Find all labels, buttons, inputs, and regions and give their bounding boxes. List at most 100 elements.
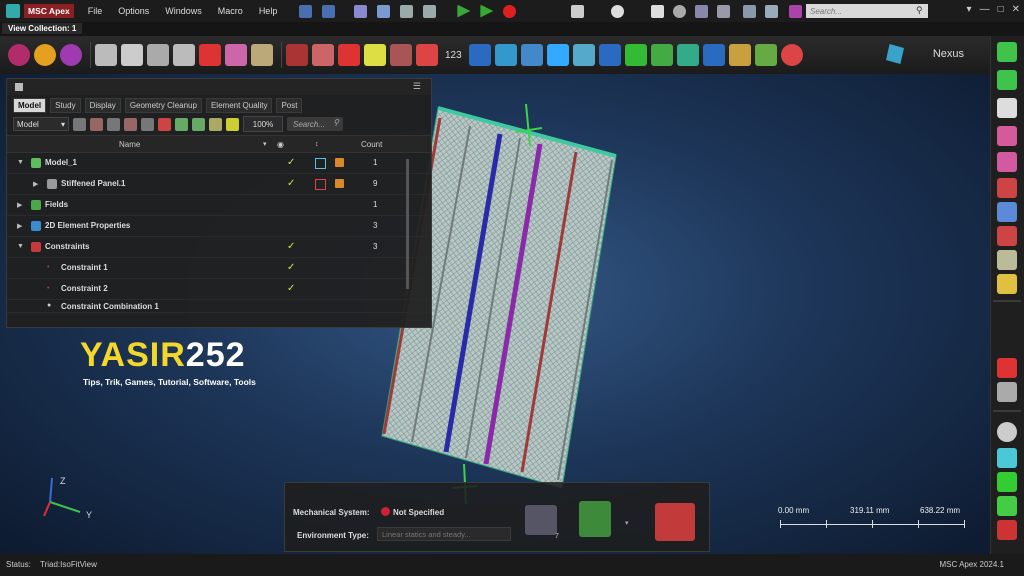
run-scenario-icon[interactable] — [579, 501, 611, 537]
tree-row-model[interactable]: ▼ Model_1 ✓ 1 — [7, 153, 431, 174]
menu-help[interactable]: Help — [251, 6, 286, 16]
expand-icon[interactable]: ▶ — [17, 222, 22, 230]
text-annotation-icon[interactable] — [997, 358, 1017, 378]
visibility-box-icon[interactable] — [315, 179, 326, 190]
tree-tool-icon[interactable] — [141, 117, 154, 131]
tab-post[interactable]: Post — [276, 98, 303, 113]
column-sort-icon[interactable]: ↕ — [315, 141, 319, 148]
environment-type-select[interactable]: Linear statics and steady... — [377, 527, 511, 541]
check-icon[interactable]: ✓ — [287, 178, 295, 189]
pen-icon[interactable] — [728, 44, 751, 66]
grid-icon[interactable] — [717, 5, 730, 18]
connection-icon[interactable] — [286, 44, 308, 66]
tab-display[interactable]: Display — [84, 98, 121, 113]
point-mass-icon[interactable] — [416, 44, 438, 66]
mesh-cleanup-icon[interactable] — [173, 44, 195, 66]
render-cube-icon[interactable] — [335, 179, 344, 188]
sphere-icon[interactable] — [34, 44, 56, 66]
menu-windows[interactable]: Windows — [157, 6, 210, 16]
geometry-icon[interactable] — [8, 44, 30, 66]
mechanical-system-value[interactable]: Not Specified — [393, 508, 444, 517]
expand-icon[interactable]: ▶ — [17, 201, 22, 209]
layout-icon[interactable] — [743, 5, 756, 18]
tree-tool-icon[interactable] — [192, 117, 205, 131]
select-node-icon[interactable] — [997, 178, 1017, 198]
distribution-icon[interactable] — [676, 44, 699, 66]
visibility-box-icon[interactable] — [315, 158, 326, 169]
mid-icon[interactable] — [997, 496, 1017, 516]
tree-row-fields[interactable]: ▶ Fields 1 — [7, 195, 431, 216]
solid-icon[interactable] — [60, 44, 82, 66]
stack-icon[interactable] — [997, 472, 1017, 492]
split-icon[interactable] — [199, 44, 221, 66]
step-icon[interactable] — [480, 4, 494, 18]
orientation-icon[interactable] — [598, 44, 621, 66]
tree-tool-icon[interactable] — [90, 117, 103, 131]
property-icon[interactable] — [494, 44, 517, 66]
column-sort-icon[interactable]: ▾ — [263, 140, 267, 148]
layers-icon[interactable] — [997, 448, 1017, 468]
check-icon[interactable]: ✓ — [287, 241, 295, 252]
column-name[interactable]: Name — [119, 140, 140, 149]
select-body-icon[interactable] — [997, 42, 1017, 62]
camera-icon[interactable] — [571, 5, 584, 18]
tree-scrollbar[interactable] — [406, 159, 409, 289]
stop-icon[interactable] — [503, 4, 517, 18]
check-icon[interactable]: ✓ — [287, 283, 295, 294]
results-icon[interactable] — [997, 520, 1017, 540]
tree-tool-icon[interactable] — [175, 117, 188, 131]
numbering-button[interactable]: 123 — [442, 44, 465, 66]
material-icon[interactable] — [468, 44, 491, 66]
tree-tool-icon[interactable] — [124, 117, 137, 131]
tree-row-constraint-1[interactable]: • Constraint 1 ✓ — [7, 258, 431, 279]
expand-icon[interactable]: ▼ — [17, 243, 24, 250]
select-load-icon[interactable] — [997, 250, 1017, 270]
select-edge-icon[interactable] — [997, 98, 1017, 118]
window-icon[interactable] — [651, 5, 664, 18]
nexus-icon[interactable] — [886, 44, 904, 64]
redo-icon[interactable] — [322, 4, 336, 18]
select-face-icon[interactable] — [997, 70, 1017, 90]
undo-icon[interactable] — [299, 4, 313, 18]
save-icon[interactable] — [354, 4, 368, 18]
tree-tool-icon[interactable] — [107, 117, 120, 131]
tree-row-stiffened-panel[interactable]: ▶ Stiffened Panel.1 ✓ 9 — [7, 174, 431, 195]
scenario-book-icon[interactable] — [525, 505, 557, 535]
plot-icon[interactable] — [702, 44, 725, 66]
chevron-down-icon[interactable]: ▾ — [625, 519, 629, 527]
screenshot-icon[interactable] — [611, 5, 624, 18]
select-point-icon[interactable] — [997, 152, 1017, 172]
layers-icon[interactable] — [754, 44, 777, 66]
select-vertex-icon[interactable] — [997, 126, 1017, 146]
macro-icon[interactable] — [789, 5, 802, 18]
save-as-icon[interactable] — [377, 4, 391, 18]
info-icon[interactable] — [673, 5, 686, 18]
menu-macro[interactable]: Macro — [210, 6, 251, 16]
tree-search-input[interactable]: Search... ⚲ — [287, 117, 343, 131]
shaded-sphere-icon[interactable] — [997, 422, 1017, 442]
menu-file[interactable]: File — [80, 6, 111, 16]
load-icon[interactable] — [312, 44, 334, 66]
measure-icon[interactable] — [650, 44, 673, 66]
constraint-icon[interactable] — [338, 44, 360, 66]
run-icon[interactable] — [780, 44, 803, 66]
tree-row-constraint-2[interactable]: • Constraint 2 ✓ — [7, 279, 431, 300]
tree-tool-icon[interactable] — [226, 117, 239, 131]
mesh-refine-icon[interactable] — [147, 44, 169, 66]
import-icon[interactable] — [423, 4, 437, 18]
tab-model[interactable]: Model — [13, 98, 47, 113]
expand-icon[interactable] — [765, 5, 778, 18]
label-icon[interactable] — [997, 382, 1017, 402]
check-mesh-icon[interactable] — [624, 44, 647, 66]
tree-row-constraint-combination[interactable]: ● Constraint Combination 1 — [7, 300, 431, 313]
global-search-input[interactable] — [806, 4, 928, 18]
tab-element-quality[interactable]: Element Quality — [205, 98, 273, 113]
panel-menu-icon[interactable]: ☰ — [413, 81, 421, 92]
render-cube-icon[interactable] — [335, 158, 344, 167]
midsurface-icon[interactable] — [225, 44, 247, 66]
tab-study[interactable]: Study — [50, 98, 81, 113]
select-constraint-icon[interactable] — [997, 226, 1017, 246]
select-element-icon[interactable] — [997, 202, 1017, 222]
eye-icon[interactable]: ◉ — [277, 140, 284, 149]
nexus-label[interactable]: Nexus — [933, 48, 964, 60]
